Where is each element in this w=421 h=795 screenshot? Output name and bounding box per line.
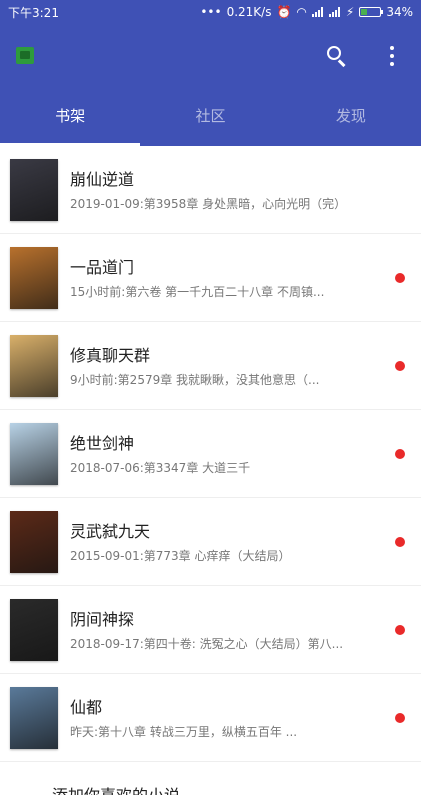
book-title: 一品道门 <box>70 258 135 277</box>
signal-icon <box>311 7 324 17</box>
more-vert-icon[interactable] <box>378 40 406 72</box>
book-latest-chapter: 2015-09-01:第773章 心痒痒（大结局） <box>70 549 291 563</box>
search-icon[interactable] <box>320 40 352 72</box>
charging-icon: ⚡ <box>345 5 355 19</box>
status-dots: ••• <box>200 5 222 19</box>
app-logo-icon[interactable] <box>16 47 34 64</box>
network-speed: 0.21K/s <box>226 5 272 19</box>
book-latest-chapter: 2018-09-17:第四十卷: 洗冤之心（大结局）第八... <box>70 637 344 651</box>
status-bar: 下午3:21 ••• 0.21K/s ⏰ ◠ ⚡ 34% <box>0 0 421 24</box>
app-bar: 书架 社区 发现 <box>0 24 421 146</box>
book-cover-image <box>10 423 58 485</box>
book-cover-image <box>10 247 58 309</box>
wifi-icon: ◠ <box>296 5 307 19</box>
unread-dot-icon <box>395 537 405 547</box>
book-latest-chapter: 昨天:第十八章 转战三万里，纵横五百年 ... <box>70 725 298 739</box>
book-row[interactable]: 修真聊天群 9小时前:第2579章 我就瞅瞅，没其他意思（... <box>0 322 421 410</box>
book-title: 仙都 <box>70 698 103 717</box>
battery-percent: 34% <box>386 5 413 19</box>
alarm-icon: ⏰ <box>276 5 292 19</box>
book-row[interactable]: 阴间神探 2018-09-17:第四十卷: 洗冤之心（大结局）第八... <box>0 586 421 674</box>
book-row[interactable]: 崩仙逆道 2019-01-09:第3958章 身处黑暗，心向光明（完） <box>0 146 421 234</box>
book-latest-chapter: 2019-01-09:第3958章 身处黑暗，心向光明（完） <box>70 197 347 211</box>
add-novel-label: 添加你喜欢的小说 <box>52 782 180 795</box>
book-latest-chapter: 9小时前:第2579章 我就瞅瞅，没其他意思（... <box>70 373 320 387</box>
tab-bar: 书架 社区 发现 <box>0 92 421 146</box>
battery-icon <box>359 7 384 17</box>
book-title: 灵武弑九天 <box>70 522 151 541</box>
battery-fill <box>361 9 368 15</box>
book-latest-chapter: 15小时前:第六卷 第一千九百二十八章 不周镇... <box>70 285 325 299</box>
signal-icon-2 <box>328 7 341 17</box>
book-cover-image <box>10 511 58 573</box>
book-row[interactable]: 绝世剑神 2018-07-06:第3347章 大道三千 <box>0 410 421 498</box>
add-novel-button[interactable]: 添加你喜欢的小说 <box>0 762 421 795</box>
book-cover-image <box>10 335 58 397</box>
unread-dot-icon <box>395 713 405 723</box>
tab-discover[interactable]: 发现 <box>281 92 421 146</box>
book-cover-image <box>10 687 58 749</box>
unread-dot-icon <box>395 625 405 635</box>
book-cover-image <box>10 159 58 221</box>
unread-dot-icon <box>395 273 405 283</box>
book-cover-image <box>10 599 58 661</box>
book-row[interactable]: 仙都昨天:第十八章 转战三万里，纵横五百年 ... <box>0 674 421 762</box>
tab-bookshelf[interactable]: 书架 <box>0 92 140 146</box>
book-title: 绝世剑神 <box>70 434 135 453</box>
book-row[interactable]: 一品道门 15小时前:第六卷 第一千九百二十八章 不周镇... <box>0 234 421 322</box>
status-time: 下午3:21 <box>8 5 59 20</box>
book-list: 崩仙逆道 2019-01-09:第3958章 身处黑暗，心向光明（完） 一品道门 15… <box>0 146 421 762</box>
status-right: ••• 0.21K/s ⏰ ◠ ⚡ 34% <box>200 5 413 19</box>
unread-dot-icon <box>395 449 405 459</box>
book-latest-chapter: 2018-07-06:第3347章 大道三千 <box>70 461 251 475</box>
unread-dot-icon <box>395 361 405 371</box>
book-title: 阴间神探 <box>70 610 135 629</box>
tab-community[interactable]: 社区 <box>140 92 280 146</box>
book-title: 崩仙逆道 <box>70 170 135 189</box>
book-row[interactable]: 灵武弑九天 2015-09-01:第773章 心痒痒（大结局） <box>0 498 421 586</box>
book-title: 修真聊天群 <box>70 346 151 365</box>
